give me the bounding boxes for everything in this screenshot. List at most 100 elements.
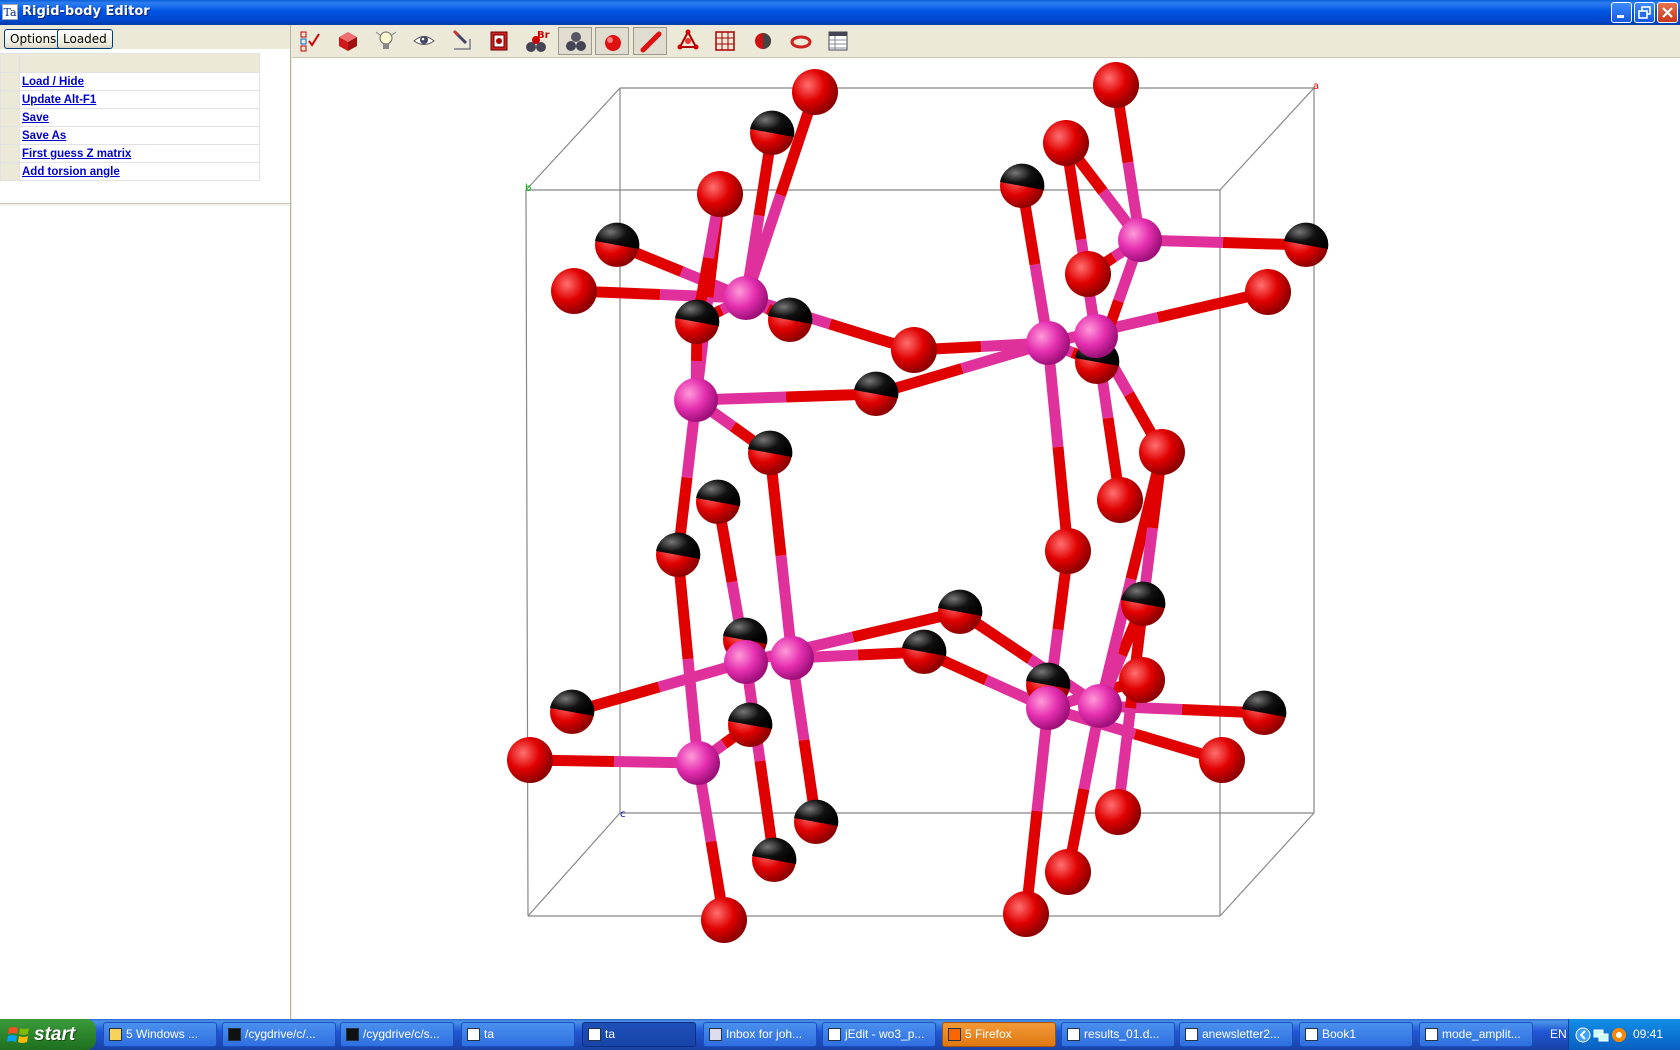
taskbar-item[interactable]: /cygdrive/c/...: [222, 1022, 336, 1047]
start-button[interactable]: start: [0, 1019, 96, 1050]
tungsten-atom[interactable]: [674, 378, 718, 422]
table-button[interactable]: [821, 27, 855, 55]
stick-button[interactable]: [633, 27, 667, 55]
oxygen-atom[interactable]: [697, 171, 743, 217]
taskbar-item[interactable]: mode_amplit...: [1419, 1022, 1533, 1047]
firefox-icon: [948, 1028, 961, 1041]
eye-button[interactable]: [407, 27, 441, 55]
oxygen-atom[interactable]: [701, 897, 747, 943]
restore-icon: [1638, 6, 1651, 19]
taskbar-item[interactable]: 5 Firefox: [942, 1022, 1056, 1047]
panel-button-bar: Options Loaded: [0, 25, 290, 49]
oxygen-atom[interactable]: [1199, 737, 1245, 783]
crystal-structure-canvas[interactable]: a b c: [292, 58, 1680, 1019]
oxygen-atom[interactable]: [551, 268, 597, 314]
structure-viewer[interactable]: a b c: [292, 58, 1680, 1019]
taskbar-item[interactable]: jEdit - wo3_p...: [822, 1022, 936, 1047]
add-torsion-angle-link[interactable]: Add torsion angle: [20, 166, 120, 178]
taskbar-item[interactable]: 5 Windows ...: [103, 1022, 217, 1047]
oxygen-atom[interactable]: [1097, 477, 1143, 523]
tungsten-atom[interactable]: [724, 640, 768, 684]
tungsten-atom[interactable]: [1118, 218, 1162, 262]
tungsten-atom[interactable]: [1026, 686, 1070, 730]
first-guess-z-matrix-link[interactable]: First guess Z matrix: [20, 148, 131, 160]
spacefill-button[interactable]: [595, 27, 629, 55]
cube-frame-icon: [490, 31, 508, 51]
windows-logo-icon: [7, 1027, 29, 1043]
taskbar-item[interactable]: ta: [582, 1022, 696, 1047]
tray-arrow-icon[interactable]: [1575, 1027, 1591, 1043]
taskbar-item-label: results_01.d...: [1084, 1027, 1160, 1041]
save-as-link[interactable]: Save As: [20, 130, 66, 142]
taskbar-item-label: Inbox for joh...: [726, 1027, 803, 1041]
loaded-button[interactable]: Loaded: [57, 29, 113, 49]
taskbar-item-label: ta: [605, 1027, 616, 1041]
taskbar-item-label: Book1: [1322, 1027, 1357, 1041]
network-icon[interactable]: [1593, 1027, 1609, 1043]
ring-button[interactable]: [784, 27, 818, 55]
excel-icon: [1305, 1028, 1318, 1041]
tungsten-atom[interactable]: [724, 276, 768, 320]
half-sphere-icon: [755, 33, 771, 49]
taskbar-item[interactable]: Book1: [1299, 1022, 1413, 1047]
oxygen-atom[interactable]: [1003, 891, 1049, 937]
box-button[interactable]: [331, 27, 365, 55]
language-indicator[interactable]: EN: [1550, 1019, 1567, 1050]
close-button[interactable]: [1657, 2, 1678, 23]
taskbar-item[interactable]: /cygdrive/c/s...: [340, 1022, 454, 1047]
unit-cell-edge: [525, 189, 529, 917]
taskbar-item-label: 5 Firefox: [965, 1027, 1012, 1041]
oxygen-atom[interactable]: [891, 327, 937, 373]
oxygen-atom[interactable]: [1139, 429, 1185, 475]
load-hide-link[interactable]: Load / Hide: [20, 76, 84, 88]
restore-button[interactable]: [1634, 2, 1655, 23]
stick-icon: [640, 31, 662, 53]
taskbar-item[interactable]: Inbox for joh...: [703, 1022, 817, 1047]
minimize-button[interactable]: [1611, 2, 1632, 23]
browser-tray-icon[interactable]: [1611, 1027, 1627, 1043]
light-bulb-button[interactable]: [369, 27, 403, 55]
save-link[interactable]: Save: [20, 112, 49, 124]
excel-icon: [1425, 1028, 1438, 1041]
taskbar-item[interactable]: ta: [461, 1022, 575, 1047]
oxygen-atom[interactable]: [1245, 269, 1291, 315]
taskbar-item-label: mode_amplit...: [1442, 1027, 1521, 1041]
terminal-icon: [228, 1028, 241, 1041]
oxygen-atom[interactable]: [507, 737, 553, 783]
command-row: Save: [0, 108, 260, 127]
tungsten-atom[interactable]: [1026, 321, 1070, 365]
oxygen-atom[interactable]: [1043, 120, 1089, 166]
ball-and-stick-button[interactable]: [558, 27, 592, 55]
taskbar-item[interactable]: results_01.d...: [1061, 1022, 1175, 1047]
command-table-header: [0, 53, 260, 73]
command-row: First guess Z matrix: [0, 144, 260, 163]
tungsten-atom[interactable]: [770, 636, 814, 680]
tungsten-atom[interactable]: [1078, 684, 1122, 728]
unit-cell-grid-button[interactable]: [708, 27, 742, 55]
oxygen-atom[interactable]: [1065, 251, 1111, 297]
oxygen-atom[interactable]: [1095, 789, 1141, 835]
polyhedra-button[interactable]: [671, 27, 705, 55]
update-link[interactable]: Update Alt-F1: [20, 94, 96, 106]
command-table: Load / Hide Update Alt-F1 Save Save As F…: [0, 53, 260, 181]
tungsten-atom[interactable]: [1074, 314, 1118, 358]
oxygen-atom[interactable]: [1119, 657, 1165, 703]
tungsten-atom[interactable]: [676, 741, 720, 785]
oxygen-atom[interactable]: [1093, 62, 1139, 108]
polyhedra-icon: [677, 29, 699, 50]
brush-button[interactable]: [445, 27, 479, 55]
half-sphere-button[interactable]: [746, 27, 780, 55]
options-button[interactable]: Options: [4, 29, 63, 49]
oxygen-atom[interactable]: [792, 69, 838, 115]
cube-frame-button[interactable]: [482, 27, 516, 55]
command-row: Update Alt-F1: [0, 90, 260, 109]
oxygen-atom[interactable]: [1045, 849, 1091, 895]
taskbar-item-label: anewsletter2...: [1202, 1027, 1281, 1041]
taskbar-item[interactable]: anewsletter2...: [1179, 1022, 1293, 1047]
oxygen-atom[interactable]: [1045, 528, 1091, 574]
checklist-button[interactable]: [294, 27, 328, 55]
bromine-label: Br: [537, 30, 550, 41]
bromine-atoms-button[interactable]: Br: [520, 27, 554, 55]
box-icon: [339, 32, 357, 51]
panel-divider[interactable]: [0, 203, 290, 206]
